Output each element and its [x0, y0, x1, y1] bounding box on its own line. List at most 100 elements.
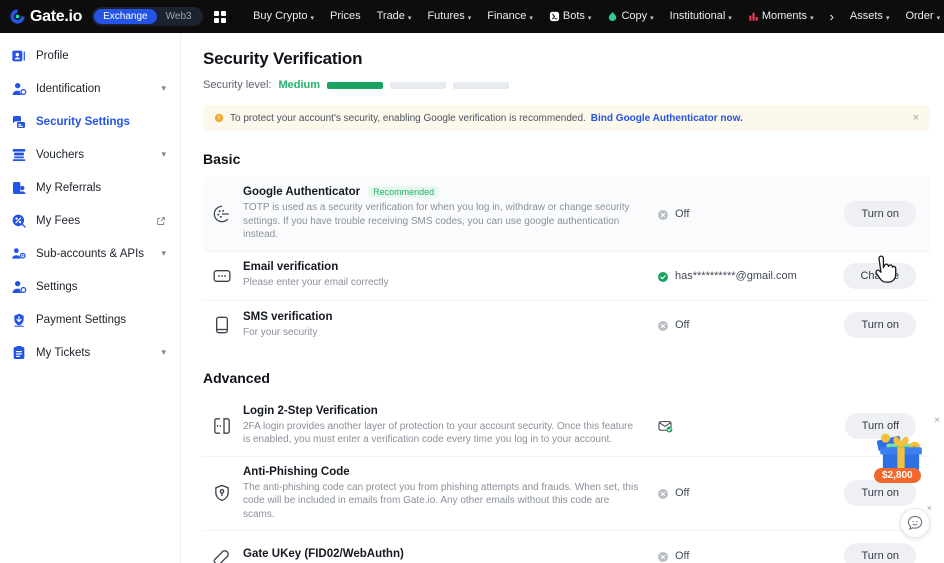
row-status-text: has**********@gmail.com: [675, 269, 797, 282]
sidebar-item-label: My Fees: [36, 214, 81, 227]
sidebar-item-my-fees[interactable]: My Fees: [0, 204, 180, 237]
google-authenticator-icon: [212, 204, 232, 224]
nav-more-button[interactable]: ›: [822, 0, 842, 33]
row-action: Turn on: [824, 200, 916, 227]
exchange-web3-switch[interactable]: Exchange Web3: [92, 7, 203, 26]
nav-item-prices[interactable]: Prices: [322, 0, 369, 33]
sidebar-item-identification[interactable]: Identification ▾: [0, 72, 180, 105]
status-badge: Recommended: [368, 186, 440, 198]
row-text: Email verification Please enter your ema…: [243, 261, 643, 290]
chat-widget-button[interactable]: ×: [900, 503, 932, 538]
segment-exchange[interactable]: Exchange: [94, 9, 157, 24]
sidebar-item-sub-accounts-apis[interactable]: Sub-accounts & APIs ▾: [0, 237, 180, 270]
advanced-section-card: Login 2-Step Verification 2FA login prov…: [203, 395, 930, 563]
tickets-icon: [11, 345, 27, 361]
row-text: Google Authenticator Recommended TOTP is…: [243, 186, 643, 242]
nav-label: Institutional: [669, 10, 726, 22]
promo-widget[interactable]: × $ $2,800 ×: [872, 415, 940, 538]
section-title-basic: Basic: [203, 151, 241, 167]
table-row[interactable]: SMS verification For your security Off T…: [203, 301, 930, 350]
nav-label: Copy: [621, 10, 648, 22]
turn-on-button[interactable]: Turn on: [844, 312, 916, 338]
row-description: 2FA login provides another layer of prot…: [243, 420, 634, 446]
security-level-label: Security level:: [203, 79, 272, 91]
row-title: Anti-Phishing Code: [243, 465, 350, 478]
login-2step-icon: [212, 416, 232, 436]
turn-on-button[interactable]: Turn on: [844, 200, 916, 227]
nav-label: Assets: [849, 10, 883, 22]
nav-item-buy-crypto[interactable]: Buy Crypto ▾: [245, 0, 322, 33]
security-settings-icon: [11, 114, 27, 130]
sidebar-item-profile[interactable]: Profile: [0, 39, 180, 72]
change-button[interactable]: Change: [843, 262, 916, 289]
row-status-text: Off: [675, 319, 690, 331]
nav-item-copy[interactable]: Copy ▾: [599, 0, 661, 33]
nav-item-assets[interactable]: Assets ▾: [842, 0, 898, 33]
table-row[interactable]: Gate UKey (FID02/WebAuthn) Off Turn on: [203, 531, 930, 563]
nav-label: Prices: [330, 10, 361, 22]
section-title-advanced: Advanced: [203, 369, 270, 386]
close-icon[interactable]: ×: [927, 503, 932, 513]
row-title: SMS verification: [243, 310, 333, 323]
segment-web3[interactable]: Web3: [157, 9, 201, 24]
row-text: Anti-Phishing Code The anti-phishing cod…: [243, 466, 643, 522]
chevron-down-icon: ▾: [529, 14, 533, 22]
row-status-text: Off: [675, 487, 690, 500]
nav-item-futures[interactable]: Futures ▾: [419, 0, 479, 33]
vouchers-icon: [11, 147, 27, 163]
brand-name: Gate.io: [30, 7, 83, 25]
sidebar: Profile Identification ▾ Security Settin…: [0, 33, 181, 563]
nav-label: Trade: [376, 10, 405, 22]
brand-logo-link[interactable]: Gate.io: [9, 8, 82, 26]
fees-icon: [11, 213, 27, 229]
external-link-icon: [156, 216, 166, 226]
row-description: TOTP is used as a security verification …: [243, 202, 630, 240]
sidebar-item-my-tickets[interactable]: My Tickets ▾: [0, 336, 180, 369]
basic-section-card: Google Authenticator Recommended TOTP is…: [203, 177, 930, 350]
apps-menu-button[interactable]: ▾: [213, 10, 232, 23]
nav-label: Buy Crypto: [253, 10, 308, 22]
turn-on-button[interactable]: Turn on: [844, 542, 916, 563]
nav-item-order[interactable]: Order ▾: [897, 0, 944, 33]
row-action: Turn on: [824, 480, 916, 507]
table-row[interactable]: Google Authenticator Recommended TOTP is…: [203, 177, 930, 252]
sidebar-item-security-settings[interactable]: Security Settings: [0, 105, 180, 138]
sidebar-item-vouchers[interactable]: Vouchers ▾: [0, 138, 180, 171]
security-bar-2: [390, 81, 447, 89]
page-body: Profile Identification ▾ Security Settin…: [0, 33, 944, 563]
payment-settings-icon: [11, 312, 27, 328]
sidebar-item-label: Payment Settings: [36, 313, 127, 326]
copy-trading-icon: [607, 11, 618, 22]
chevron-down-icon: ▾: [467, 14, 472, 22]
nav-item-bots[interactable]: Bots ▾: [541, 0, 600, 33]
row-heading: Anti-Phishing Code: [243, 466, 643, 478]
close-icon[interactable]: ×: [913, 112, 919, 124]
verified-icon: [657, 270, 669, 282]
chevron-down-icon: ▾: [885, 14, 890, 22]
nav-label: Moments: [761, 10, 808, 22]
chevron-down-icon: ▾: [810, 14, 814, 22]
sidebar-item-payment-settings[interactable]: Payment Settings: [0, 303, 180, 336]
settings-icon: [11, 279, 27, 295]
table-row[interactable]: Anti-Phishing Code The anti-phishing cod…: [203, 457, 930, 531]
table-row[interactable]: Login 2-Step Verification 2FA login prov…: [203, 396, 930, 457]
chevron-down-icon: ▾: [650, 14, 654, 22]
close-icon[interactable]: ×: [934, 415, 940, 426]
row-text: Gate UKey (FID02/WebAuthn): [243, 548, 643, 563]
nav-item-institutional[interactable]: Institutional ▾: [662, 0, 740, 33]
sidebar-item-settings[interactable]: Settings: [0, 270, 180, 303]
nav-right-group: Assets ▾ Order ▾: [842, 0, 944, 33]
nav-item-trade[interactable]: Trade ▾: [369, 0, 420, 33]
nav-item-moments[interactable]: Moments ▾: [740, 0, 822, 33]
off-icon: [657, 487, 669, 500]
turn-on-button[interactable]: Turn on: [844, 480, 916, 507]
sidebar-item-label: My Referrals: [36, 181, 102, 194]
sidebar-item-my-referrals[interactable]: My Referrals: [0, 171, 180, 204]
row-action: Turn on: [824, 542, 916, 563]
security-notice-banner: To protect your account's security, enab…: [203, 105, 930, 131]
sub-accounts-icon: [11, 246, 27, 262]
bind-google-authenticator-link[interactable]: Bind Google Authenticator now.: [591, 113, 743, 124]
nav-item-finance[interactable]: Finance ▾: [479, 0, 541, 33]
table-row[interactable]: Email verification Please enter your ema…: [203, 252, 930, 301]
chevron-down-icon: ▾: [310, 14, 315, 22]
